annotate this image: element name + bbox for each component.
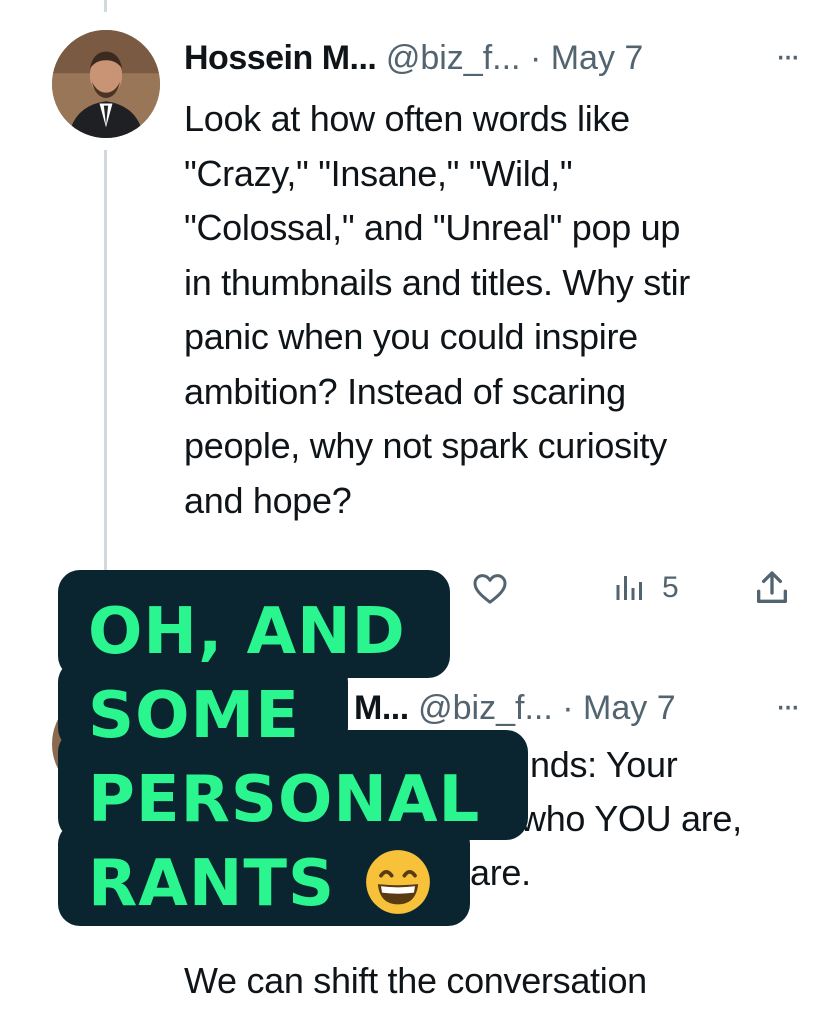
caption-line: OH, AND	[88, 595, 406, 669]
more-options-icon[interactable]: ···	[775, 30, 801, 82]
views-button[interactable]: 5	[612, 570, 679, 606]
separator: ·	[562, 689, 574, 727]
caption-text: OH, AND SOME PERSONAL RANTS	[88, 590, 480, 926]
avatar[interactable]	[52, 30, 160, 138]
tweet-body-fragment: nds: Your	[530, 744, 678, 785]
share-button[interactable]	[752, 568, 792, 608]
caption-line: PERSONAL	[88, 763, 481, 837]
tweet-body-line: people, why not spark curiosity	[184, 425, 667, 466]
tweet-date[interactable]: May 7	[551, 39, 644, 77]
more-options-icon[interactable]: ···	[775, 680, 801, 732]
caption-line: RANTS	[88, 847, 336, 921]
tweet-body-fragment: who YOU are,	[520, 798, 742, 839]
share-icon	[757, 571, 787, 603]
caption-line: SOME	[88, 679, 300, 753]
separator: ·	[529, 39, 542, 77]
tweet-body-line: ambition? Instead of scaring	[184, 370, 626, 412]
author-handle[interactable]: @biz_f...	[386, 39, 521, 77]
tweet-body-line: We can shift the conversation	[184, 960, 647, 1001]
avatar-image	[52, 30, 160, 138]
tweet-date[interactable]: May 7	[583, 689, 676, 727]
grinning-face-icon	[366, 850, 431, 915]
caption-overlay: OH, AND SOME PERSONAL RANTS	[58, 570, 528, 926]
tweet-body-line: Look at how often words like	[184, 98, 630, 139]
tweet-body: Look at how often words like "Crazy," "I…	[184, 92, 814, 528]
views-chart-icon	[616, 576, 642, 600]
tweet-header: Hossein M... @biz_f... · May 7	[184, 32, 799, 84]
tweet-body-line: panic when you could inspire	[184, 316, 638, 357]
tweet-body-line: and hope?	[184, 479, 352, 521]
tweet-body-line: "Colossal," and "Unreal" pop up	[184, 207, 681, 248]
author-name[interactable]: Hossein M...	[184, 39, 377, 77]
tweet-body-line: "Crazy," "Insane," "Wild,"	[184, 152, 573, 194]
tweet-body-line: in thumbnails and titles. Why stir	[184, 261, 690, 303]
tweet-1[interactable]: Hossein M... @biz_f... · May 7 ··· Look …	[0, 0, 819, 640]
views-count: 5	[662, 571, 679, 604]
